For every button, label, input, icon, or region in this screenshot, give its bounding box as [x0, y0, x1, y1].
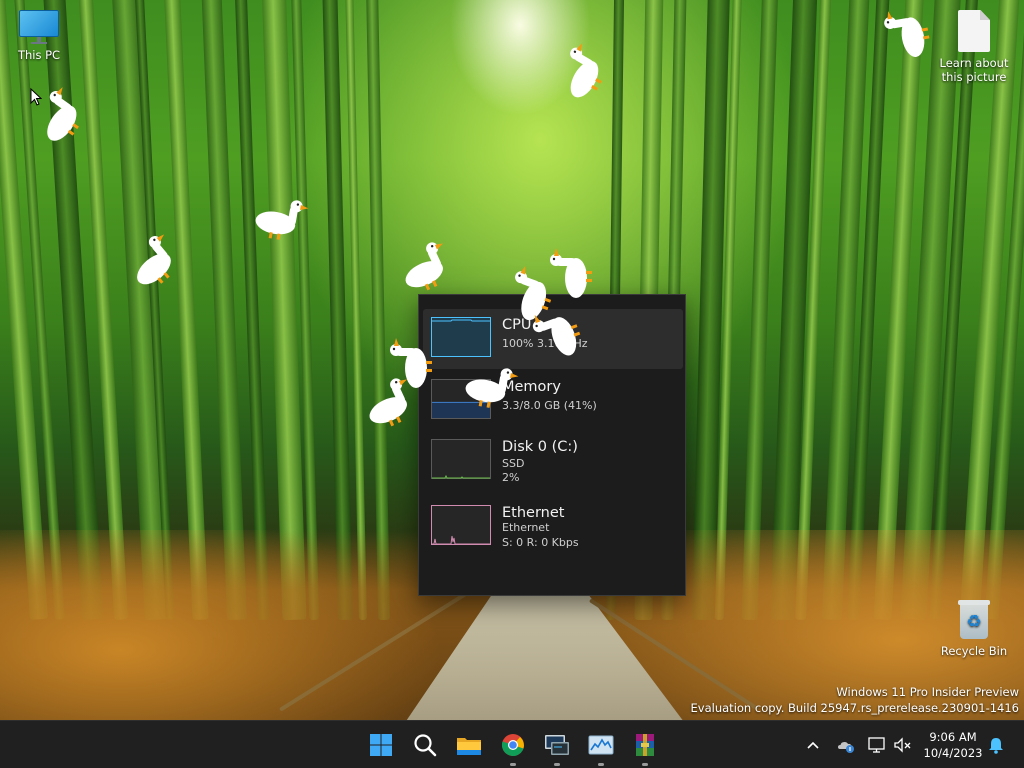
goose-icon [255, 200, 309, 240]
goose-icon [884, 11, 930, 58]
remote-app-button[interactable] [542, 730, 572, 766]
show-hidden-icons-chevron-up-icon[interactable] [803, 735, 823, 755]
clock-time: 9:06 AM [929, 730, 977, 744]
clock-date: 10/4/2023 [923, 746, 983, 760]
desktop-icon-label: This PC [17, 48, 61, 62]
ethernet-graph [431, 505, 491, 545]
perf-row-detail-2: 2% [502, 471, 520, 484]
desktop-icon-label: Recycle Bin [940, 644, 1008, 658]
perf-row-title: Disk 0 (C:) [502, 439, 578, 455]
desktop-icon-learn-about-this-picture[interactable]: Learn about this picture [936, 10, 1012, 84]
taskbar-clock[interactable]: 9:06 AM 10/4/2023 [916, 729, 990, 761]
file-icon [958, 10, 990, 52]
bamboo-stalk [365, 0, 391, 621]
chrome-icon [501, 734, 524, 757]
windows-logo-icon [370, 734, 392, 756]
onedrive-icon[interactable] [836, 735, 856, 755]
goose-icon [570, 43, 602, 98]
perf-row-detail-2: S: 0 R: 0 Kbps [502, 536, 579, 549]
perf-row-title: Ethernet [502, 505, 565, 521]
volume-muted-icon[interactable] [893, 735, 913, 755]
goose-icon [465, 368, 519, 408]
goose-icon [47, 87, 79, 141]
goose-icon [369, 378, 407, 427]
task-manager-button[interactable] [586, 730, 616, 766]
file-explorer-button[interactable] [454, 730, 484, 760]
perf-row-disk[interactable]: Disk 0 (C:) SSD 2% [423, 431, 683, 491]
desktop-icon-label: Learn about this picture [939, 56, 1009, 84]
watermark-line-1: Windows 11 Pro Insider Preview [836, 685, 1019, 699]
goose-icon [532, 314, 581, 356]
network-icon[interactable] [867, 735, 887, 755]
perf-row-detail: SSD [502, 457, 525, 470]
goose-icon [550, 248, 592, 298]
archive-icon [636, 734, 654, 756]
folder-icon [457, 738, 481, 755]
search-button[interactable] [410, 730, 440, 760]
taskbar: 9:06 AM 10/4/2023 [0, 720, 1024, 768]
notification-bell-icon[interactable] [986, 735, 1006, 755]
desktop-icon-recycle-bin[interactable]: ♻ Recycle Bin [936, 598, 1012, 658]
disk-graph [431, 439, 491, 479]
goose-icon [405, 242, 443, 291]
winrar-button[interactable] [630, 730, 660, 766]
watermark-line-2: Evaluation copy. Build 25947.rs_prerelea… [690, 701, 1019, 715]
search-icon [414, 734, 437, 757]
desktop-icon-this-pc[interactable]: This PC [1, 10, 77, 62]
recycle-bin-icon: ♻ [957, 598, 991, 640]
terminal-icon [545, 735, 569, 755]
windows-watermark: Windows 11 Pro Insider Preview Evaluatio… [691, 684, 1019, 716]
perf-row-ethernet[interactable]: Ethernet Ethernet S: 0 R: 0 Kbps [423, 497, 683, 557]
performance-icon [588, 735, 614, 755]
chrome-button[interactable] [498, 730, 528, 766]
start-button[interactable] [366, 730, 396, 760]
perf-row-detail: Ethernet [502, 521, 550, 534]
goose-icon [137, 234, 171, 285]
computer-icon [19, 10, 59, 44]
